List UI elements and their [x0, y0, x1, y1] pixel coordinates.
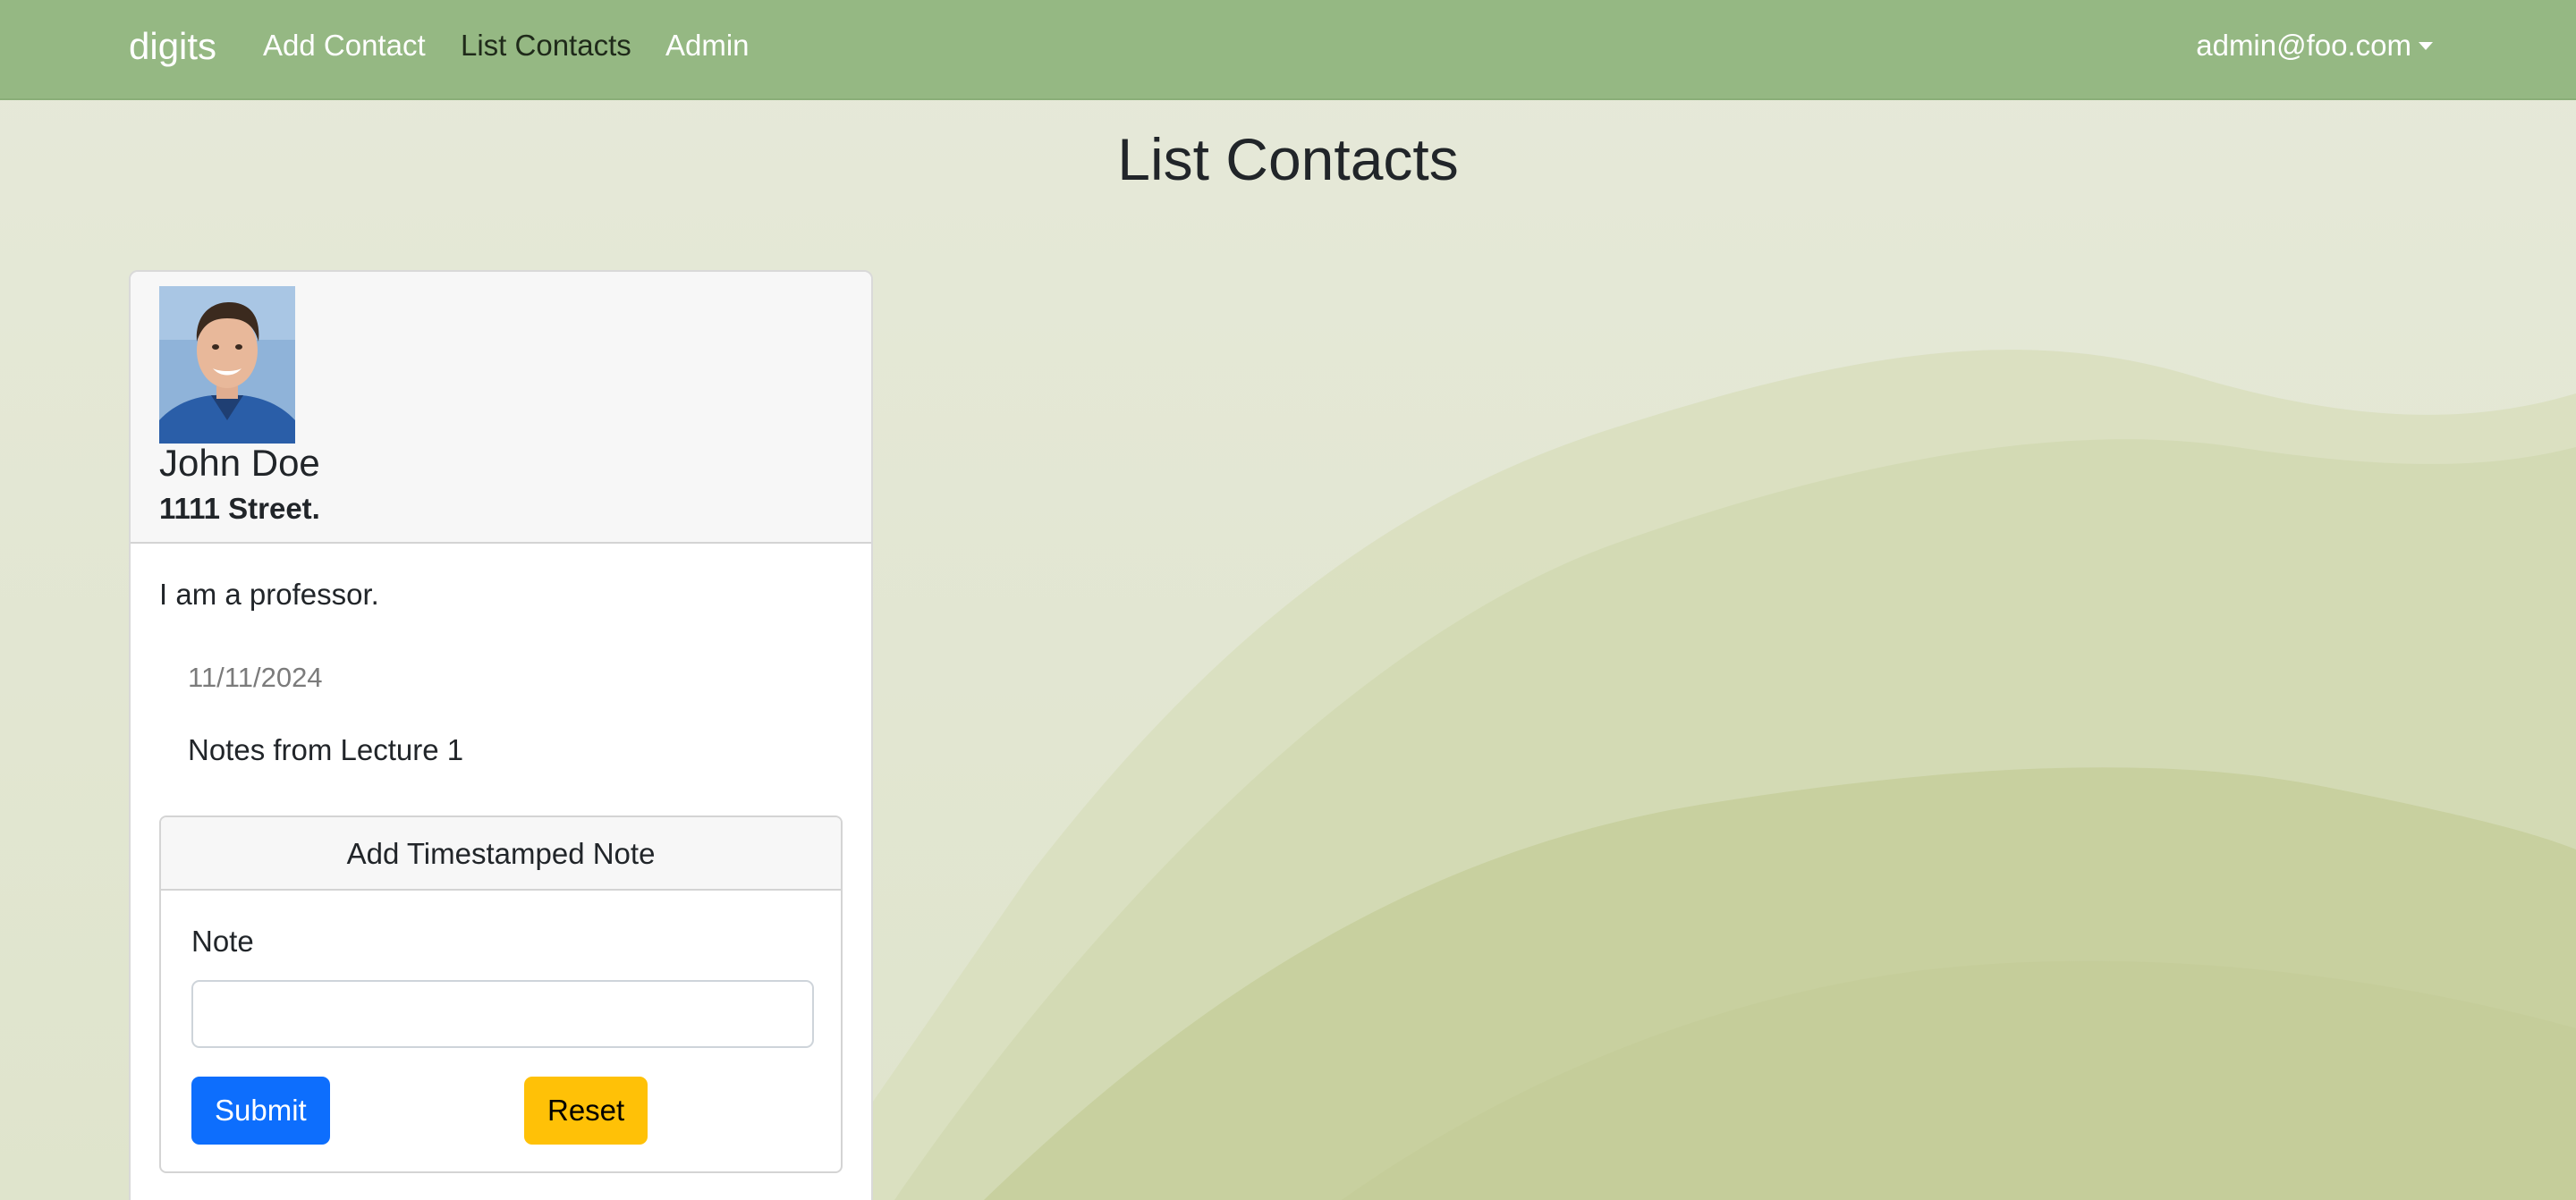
user-email: admin@foo.com: [2196, 29, 2411, 62]
caret-down-icon: [2419, 42, 2433, 50]
contact-card-header: John Doe 1111 Street.: [131, 272, 871, 544]
nav-link-list-contacts[interactable]: List Contacts: [461, 29, 631, 63]
submit-button[interactable]: Submit: [191, 1077, 330, 1145]
contact-address: 1111 Street.: [159, 492, 320, 525]
page-title: List Contacts: [1117, 126, 1459, 192]
brand-link[interactable]: digits: [129, 25, 216, 68]
nav-link-add-contact[interactable]: Add Contact: [263, 29, 426, 63]
add-note-form-title: Add Timestamped Note: [161, 817, 841, 891]
reset-button[interactable]: Reset: [524, 1077, 648, 1145]
avatar: [159, 286, 295, 444]
contact-description: I am a professor.: [159, 578, 379, 611]
note-text: Notes from Lecture 1: [188, 733, 464, 766]
user-dropdown[interactable]: admin@foo.com: [2196, 29, 2433, 63]
top-navbar: digits Add Contact List Contacts Admin a…: [0, 0, 2576, 100]
note-field-label: Note: [191, 925, 254, 958]
note-input[interactable]: [191, 980, 814, 1048]
nav-link-admin[interactable]: Admin: [665, 29, 750, 63]
contact-card: John Doe 1111 Street. I am a professor. …: [129, 270, 873, 1200]
add-note-form: Add Timestamped Note Note Submit Reset: [159, 815, 843, 1173]
note-date: 11/11/2024: [188, 662, 323, 693]
contact-name: John Doe: [159, 442, 320, 484]
